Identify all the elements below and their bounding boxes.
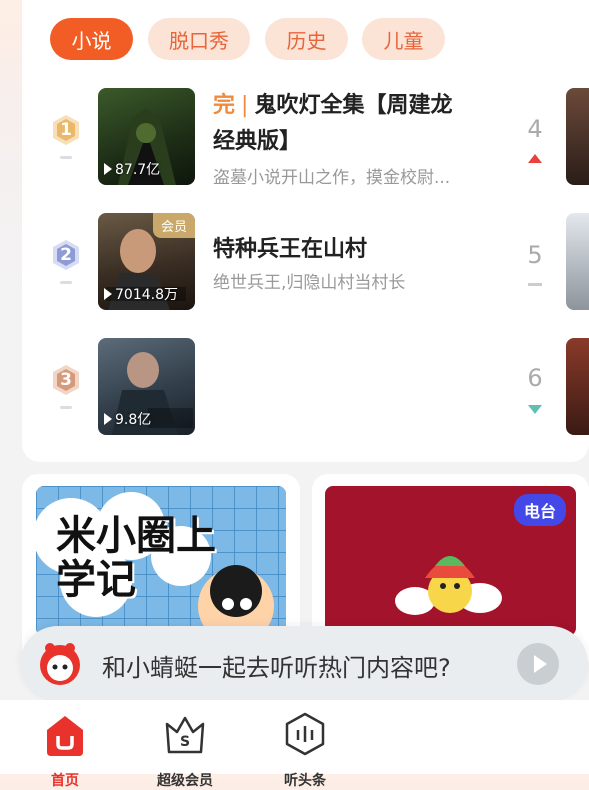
book-description: 盗墓小说开山之作，摸金校尉... <box>213 168 451 188</box>
vip-badge: 会员 <box>152 213 195 238</box>
completed-tag: 完 <box>213 93 236 118</box>
nav-home[interactable]: 首页 <box>20 708 110 789</box>
nav-headlines[interactable]: 听头条 <box>260 708 350 789</box>
title-separator: | <box>241 93 249 118</box>
title-line2: 经典版】 <box>213 129 302 154</box>
trend-flat-icon <box>528 283 542 286</box>
play-button[interactable] <box>517 643 559 685</box>
prompt-text: 和小蜻蜓一起去听听热门内容吧? <box>102 654 451 682</box>
play-count: 7014.8万 <box>104 284 178 304</box>
tab-children[interactable]: 儿童 <box>362 18 445 60</box>
rank-number: 2 <box>60 245 72 265</box>
play-icon <box>104 413 112 425</box>
radio-badge: 电台 <box>513 494 566 526</box>
rank-number-right: 4 <box>527 115 543 143</box>
book-cover[interactable]: 会员 7014.8万 <box>98 213 195 310</box>
bottom-nav: 首页 S 超级会员 听头条 <box>0 700 589 789</box>
rank-medal-silver: 2 <box>52 239 80 271</box>
next-book-cover[interactable] <box>566 338 589 435</box>
rank-number-right: 5 <box>527 241 543 269</box>
book-title[interactable]: 完 | 鬼吹灯全集【周建龙 经典版】 <box>213 88 513 160</box>
cover-radio: 电台 <box>325 486 576 636</box>
play-icon <box>104 163 112 175</box>
rank-change-flat <box>60 156 72 159</box>
tab-label: 儿童 <box>383 28 424 53</box>
vip-crown-icon: S <box>165 716 205 754</box>
rank-number: 3 <box>60 370 72 390</box>
tab-talkshow[interactable]: 脱口秀 <box>148 18 250 60</box>
trend-down-icon <box>528 405 542 414</box>
nav-super-vip[interactable]: S 超级会员 <box>140 708 230 789</box>
play-count: 87.7亿 <box>104 159 160 179</box>
next-book-cover[interactable] <box>566 88 589 185</box>
nav-label: 超级会员 <box>157 773 213 789</box>
rank-change-flat <box>60 406 72 409</box>
play-icon <box>104 288 112 300</box>
home-icon <box>47 716 83 756</box>
title-line1: 鬼吹灯全集【周建龙 <box>254 93 453 118</box>
book-description: 绝世兵王,归隐山村当村长 <box>213 273 406 293</box>
rank-change-flat <box>60 281 72 284</box>
tab-label: 脱口秀 <box>169 28 229 53</box>
play-count-text: 7014.8万 <box>115 287 178 303</box>
rank-medal-gold: 1 <box>52 114 80 146</box>
play-count: 9.8亿 <box>104 409 151 429</box>
book-title[interactable]: 特种兵王在山村 <box>213 232 367 268</box>
trend-up-icon <box>528 154 542 163</box>
cover-mixiaoquan: 米小圈上学记 <box>36 486 286 636</box>
cover-title-art: 米小圈上学记 <box>56 513 216 603</box>
rank-number: 1 <box>60 120 72 140</box>
play-count-text: 9.8亿 <box>115 412 152 428</box>
nav-label: 听头条 <box>284 773 326 789</box>
tab-novel[interactable]: 小说 <box>50 18 133 60</box>
rank-number-right: 6 <box>527 364 543 392</box>
svg-text:S: S <box>180 734 190 750</box>
book-cover[interactable]: 87.7亿 <box>98 88 195 185</box>
audio-headline-icon <box>285 712 325 756</box>
rank-medal-bronze: 3 <box>52 364 80 396</box>
play-count-text: 87.7亿 <box>115 162 161 178</box>
tab-label: 历史 <box>286 28 327 53</box>
next-book-cover[interactable] <box>566 213 589 310</box>
listen-prompt-bar[interactable]: 和小蜻蜓一起去听听热门内容吧? <box>20 626 588 702</box>
book-cover[interactable]: 9.8亿 <box>98 338 195 435</box>
dragonfly-mascot-icon <box>40 643 80 685</box>
nav-label: 首页 <box>51 773 79 789</box>
tab-history[interactable]: 历史 <box>265 18 348 60</box>
tab-label: 小说 <box>71 28 112 53</box>
